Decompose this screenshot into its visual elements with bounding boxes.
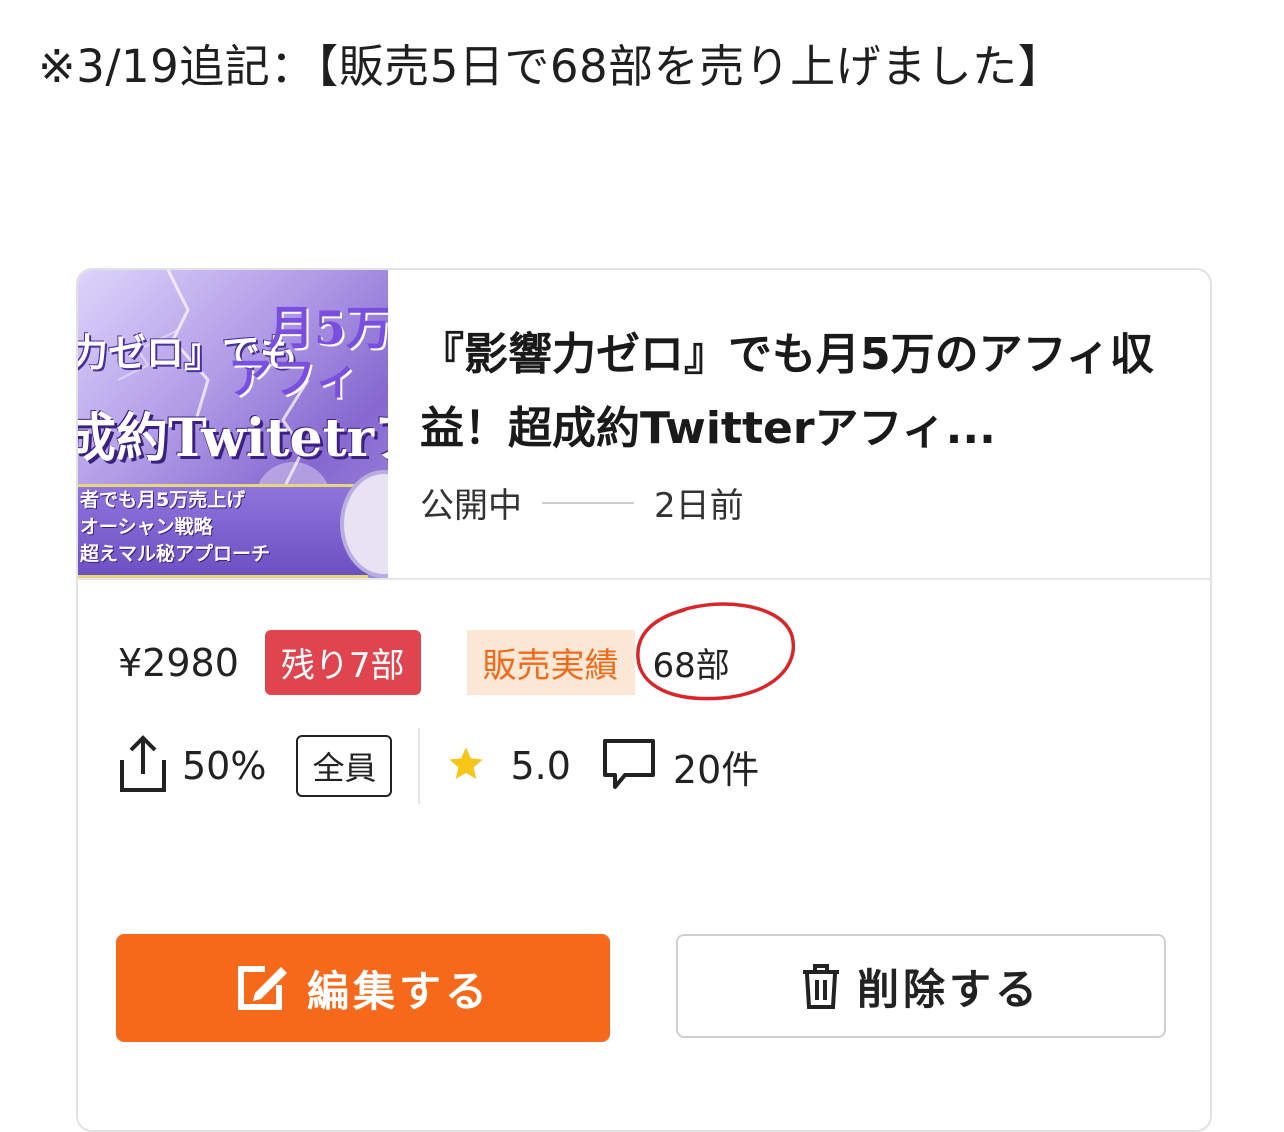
stats-row: 50% 全員 5.0 20件 (118, 728, 759, 804)
delete-button[interactable]: 削除する (676, 934, 1166, 1038)
time-ago: 2日前 (654, 486, 744, 526)
red-circle-annotation (636, 602, 796, 701)
thumb-band-line: 超えマル秘アプローチ (80, 543, 271, 565)
stats-separator (418, 728, 421, 804)
thumb-band-line: 者でも月5万売上げ (80, 489, 246, 511)
thumb-band-line: オーシャン戦略 (80, 516, 213, 538)
sales-label: 販売実績 (466, 630, 635, 695)
affiliate-rate: 50% (182, 744, 267, 788)
audience-badge: 全員 (296, 735, 393, 797)
rating-value: 5.0 (510, 744, 571, 788)
thumb-band: 者でも月5万売上げ オーシャン戦略 超えマル秘アプローチ (78, 484, 368, 578)
star-icon (446, 744, 486, 788)
share-icon[interactable] (118, 734, 168, 798)
comment-icon[interactable] (601, 737, 657, 795)
edit-button-label: 編集する (306, 966, 491, 1016)
note-text: ※3/19追記：【販売5日で68部を売り上げました】 (38, 40, 1064, 93)
price: ¥2980 (118, 640, 239, 685)
edit-icon (237, 966, 287, 1010)
product-title[interactable]: 『影響力ゼロ』でも月5万のアフィ収益！超成約Twitterアフィ... (420, 318, 1160, 466)
review-count: 20件 (672, 747, 760, 792)
status-row: 公開中 2日前 (420, 478, 744, 527)
thumb-text-4: 成約Twitetrア (78, 408, 388, 469)
card-divider (78, 578, 1210, 580)
trash-icon (802, 964, 839, 1009)
remaining-badge: 残り7部 (264, 630, 421, 695)
product-thumbnail[interactable]: 力ゼロ』でも 月5万 アフィ 成約Twitetrア 者でも月5万売上げ オーシャ… (78, 270, 388, 578)
status-separator (542, 501, 634, 504)
delete-button-label: 削除する (856, 964, 1041, 1014)
edit-button[interactable]: 編集する (116, 934, 610, 1042)
status-label: 公開中 (420, 486, 522, 526)
product-card: 力ゼロ』でも 月5万 アフィ 成約Twitetrア 者でも月5万売上げ オーシャ… (76, 268, 1212, 1132)
